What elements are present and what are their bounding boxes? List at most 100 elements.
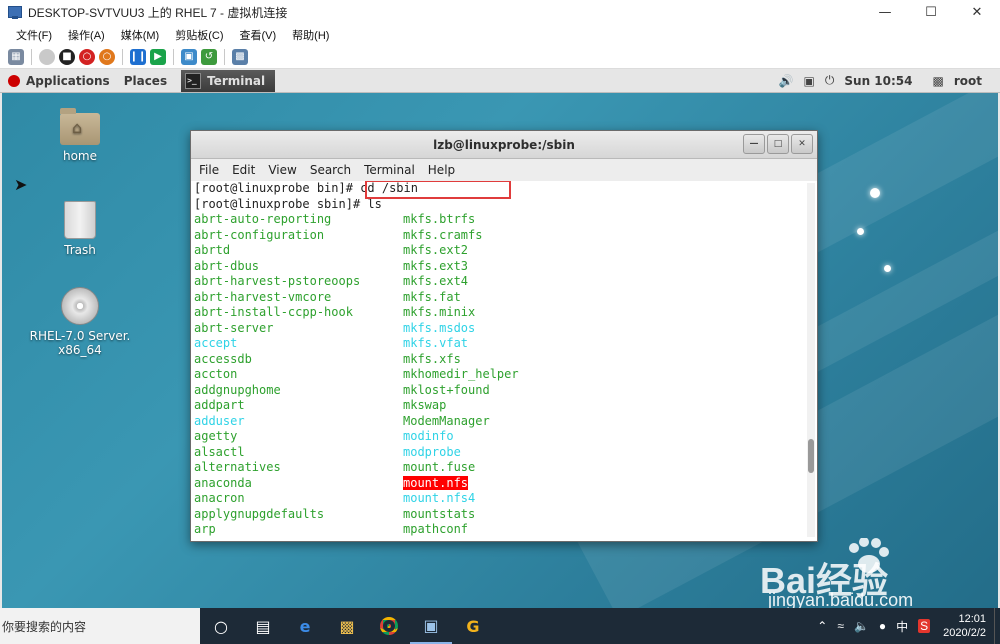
menu-clipboard[interactable]: 剪贴板(C) xyxy=(175,27,223,43)
cortana-icon[interactable]: ○ xyxy=(200,608,242,644)
desktop-icon-home[interactable]: home xyxy=(25,108,135,163)
stop-icon[interactable]: ■ xyxy=(59,48,75,65)
terminal-menu-terminal[interactable]: Terminal xyxy=(364,163,415,177)
ls-entry-name: abrtd xyxy=(194,243,231,257)
ls-entry: abrt-install-ccpp-hook xyxy=(194,305,403,321)
ls-entry-name: mkfs.vfat xyxy=(403,336,469,350)
gnome-clock[interactable]: Sun 10:54 xyxy=(844,74,912,88)
host-window-title: DESKTOP-SVTVUU3 上的 RHEL 7 - 虚拟机连接 xyxy=(28,5,288,20)
ls-entry-name: addgnupghome xyxy=(194,382,281,397)
minimize-button[interactable]: — xyxy=(862,0,908,24)
ls-entry-name: mkswap xyxy=(403,398,447,412)
ls-entry: mkfs.fat xyxy=(403,290,612,306)
power-icon[interactable]: ⏻ xyxy=(825,73,835,88)
ls-entry-name: mkfs.btrfs xyxy=(403,212,476,226)
menu-view[interactable]: 查看(V) xyxy=(240,27,277,43)
toolbar-separator xyxy=(224,48,225,65)
terminal-close-button[interactable]: ✕ xyxy=(791,134,813,154)
network-icon[interactable]: ▣ xyxy=(804,74,815,88)
ls-entry: abrtd xyxy=(194,243,403,259)
ls-entry-name: applygnupgdefaults xyxy=(194,506,325,521)
ls-entry-name: abrt-dbus xyxy=(194,258,260,273)
ls-entry-name: mkfs.fat xyxy=(403,289,461,304)
ime-indicator[interactable]: 中 xyxy=(896,618,908,635)
shutdown-icon[interactable]: ○ xyxy=(79,48,95,65)
terminal-taskbar-tab[interactable]: >_ Terminal xyxy=(181,69,276,92)
scrollbar-thumb[interactable] xyxy=(808,439,814,473)
menu-file[interactable]: 文件(F) xyxy=(16,27,52,43)
wifi-icon[interactable]: ≈ xyxy=(837,619,844,633)
ls-column-right: mkfs.btrfs mkfs.cramfs mkfs.ext2 mkfs.ext3 m… xyxy=(403,212,612,538)
menu-help[interactable]: 帮助(H) xyxy=(292,27,329,43)
menu-action[interactable]: 操作(A) xyxy=(68,27,105,43)
terminal-minimize-button[interactable]: — xyxy=(743,134,765,154)
ls-entry: mountstats xyxy=(403,507,612,523)
wallpaper-glow-dot xyxy=(884,265,891,272)
qq-icon[interactable]: ● xyxy=(879,619,886,633)
ls-entry-name: arp xyxy=(194,522,216,536)
checkpoint-icon[interactable]: ▣ xyxy=(181,48,197,65)
menu-media[interactable]: 媒体(M) xyxy=(121,27,160,43)
start-icon[interactable] xyxy=(39,48,55,65)
ls-entry: addgnupghome xyxy=(194,383,403,399)
edge-icon[interactable]: e xyxy=(284,608,326,644)
show-desktop-button[interactable] xyxy=(994,608,1000,644)
save-state-icon[interactable]: ○ xyxy=(99,48,115,65)
ls-entry-name: anaconda xyxy=(194,475,252,490)
terminal-output[interactable]: [root@linuxprobe bin]# cd /sbin [root@li… xyxy=(191,181,817,541)
ls-entry: mount.nfs xyxy=(403,475,612,492)
user-menu[interactable]: root xyxy=(954,74,982,88)
terminal-menu-file[interactable]: File xyxy=(199,163,219,177)
ls-entry-name: adduser xyxy=(194,413,245,428)
chevron-up-icon[interactable]: ⌃ xyxy=(817,619,827,633)
ls-entry-name: mount.nfs xyxy=(403,475,469,490)
ls-entry-name: addpart xyxy=(194,398,245,412)
sogou-icon[interactable]: S xyxy=(918,619,931,633)
ls-entry: mkfs.ext4 xyxy=(403,274,612,290)
terminal-menu-edit[interactable]: Edit xyxy=(232,163,255,177)
terminal-menu-view[interactable]: View xyxy=(268,163,296,177)
shell-prompt: [root@linuxprobe bin]# xyxy=(194,181,361,195)
toolbar-separator xyxy=(173,48,174,65)
ls-entry-name: mkfs.xfs xyxy=(403,351,461,366)
terminal-titlebar[interactable]: lzb@linuxprobe:/sbin — □ ✕ xyxy=(191,131,817,159)
wallpaper-glow-dot xyxy=(870,188,880,198)
ls-entry: mkfs.msdos xyxy=(403,321,612,337)
enhanced-session-icon[interactable]: ▩ xyxy=(232,48,248,65)
ls-entry-name: mklost+found xyxy=(403,382,490,397)
applications-menu[interactable]: Applications xyxy=(26,74,110,88)
ls-entry-name: mkfs.msdos xyxy=(403,320,476,335)
command-annotation-box xyxy=(365,181,511,199)
file-explorer-icon[interactable]: ▩ xyxy=(326,608,368,644)
hyperv-icon[interactable]: ▣ xyxy=(410,608,452,644)
shell-prompt: [root@linuxprobe sbin]# xyxy=(194,196,368,211)
ls-entry-name: mkfs.ext2 xyxy=(403,243,469,257)
app-g-icon[interactable]: G xyxy=(452,608,494,644)
places-menu[interactable]: Places xyxy=(124,74,167,88)
pause-icon[interactable]: ❙❙ xyxy=(130,48,146,65)
taskbar-search-box[interactable]: 你要搜索的内容 xyxy=(0,608,200,644)
terminal-scrollbar[interactable] xyxy=(807,183,815,537)
volume-icon[interactable]: 🔊 xyxy=(779,74,794,88)
close-button[interactable]: ✕ xyxy=(954,0,1000,24)
ls-entry: agetty xyxy=(194,429,403,445)
ls-column-left: abrt-auto-reporting abrt-configuration abr… xyxy=(194,212,403,538)
volume-icon[interactable]: 🔈 xyxy=(854,619,869,633)
task-view-icon[interactable]: ▤ xyxy=(242,608,284,644)
host-titlebar: DESKTOP-SVTVUU3 上的 RHEL 7 - 虚拟机连接 — ☐ ✕ xyxy=(0,0,1000,24)
terminal-maximize-button[interactable]: □ xyxy=(767,134,789,154)
revert-icon[interactable]: ↺ xyxy=(201,48,217,65)
chrome-icon[interactable] xyxy=(368,608,410,644)
ctrl-alt-del-icon[interactable]: ▦ xyxy=(8,48,24,65)
taskbar-clock[interactable]: 12:01 2020/2/2 xyxy=(943,612,986,640)
desktop-icon-dvd[interactable]: RHEL-7.0 Server. x86_64 xyxy=(25,287,135,357)
maximize-button[interactable]: ☐ xyxy=(908,0,954,24)
ls-entry-name: mpathconf xyxy=(403,522,469,536)
ls-entry: applygnupgdefaults xyxy=(194,507,403,523)
resume-icon[interactable]: ▶ xyxy=(150,48,166,65)
host-menubar: 文件(F) 操作(A) 媒体(M) 剪贴板(C) 查看(V) 帮助(H) xyxy=(0,24,1000,45)
ls-entry-name: abrt-harvest-pstoreoops xyxy=(194,274,361,288)
terminal-menu-help[interactable]: Help xyxy=(428,163,455,177)
terminal-menu-search[interactable]: Search xyxy=(310,163,351,177)
desktop-icon-trash[interactable]: Trash xyxy=(25,201,135,257)
